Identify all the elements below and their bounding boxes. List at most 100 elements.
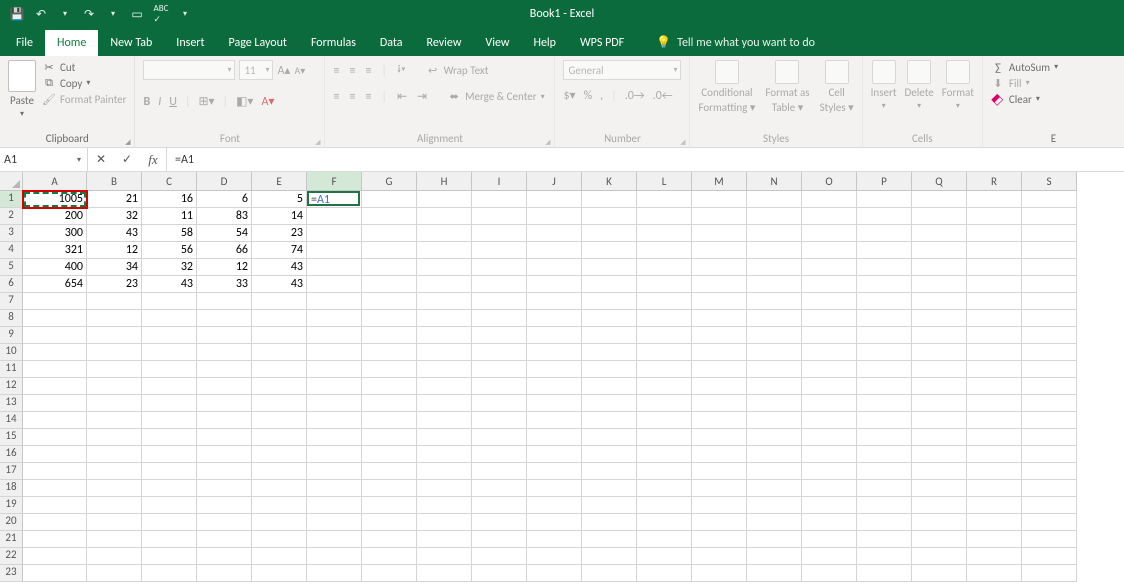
cell-G3[interactable] bbox=[362, 225, 417, 242]
cell-M20[interactable] bbox=[692, 514, 747, 531]
cell-H7[interactable] bbox=[417, 293, 472, 310]
column-header-I[interactable]: I bbox=[472, 172, 527, 191]
cell-I13[interactable] bbox=[472, 395, 527, 412]
cell-I18[interactable] bbox=[472, 480, 527, 497]
cell-F12[interactable] bbox=[307, 378, 362, 395]
cell-C8[interactable] bbox=[142, 310, 197, 327]
cell-L7[interactable] bbox=[637, 293, 692, 310]
cell-L1[interactable] bbox=[637, 191, 692, 208]
autosum-button[interactable]: ∑ AutoSum ▾ bbox=[991, 60, 1058, 74]
cell-A2[interactable]: 200 bbox=[23, 208, 87, 225]
orientation-icon[interactable]: ⭭▾ bbox=[397, 60, 406, 81]
cell-I3[interactable] bbox=[472, 225, 527, 242]
cell-C10[interactable] bbox=[142, 344, 197, 361]
cell-P1[interactable] bbox=[857, 191, 912, 208]
cell-I4[interactable] bbox=[472, 242, 527, 259]
increase-font-icon[interactable]: A▴ bbox=[277, 63, 290, 78]
cell-H5[interactable] bbox=[417, 259, 472, 276]
cell-F3[interactable] bbox=[307, 225, 362, 242]
column-header-O[interactable]: O bbox=[802, 172, 857, 191]
cell-N19[interactable] bbox=[747, 497, 802, 514]
spreadsheet-grid[interactable]: ABCDEFGHIJKLMNOPQRS 12345678910111213141… bbox=[0, 172, 1124, 586]
cell-L6[interactable] bbox=[637, 276, 692, 293]
cell-edit-box[interactable]: =A1 bbox=[307, 191, 360, 206]
cell-G19[interactable] bbox=[362, 497, 417, 514]
cell-R16[interactable] bbox=[967, 446, 1022, 463]
cell-O1[interactable] bbox=[802, 191, 857, 208]
cell-E23[interactable] bbox=[252, 565, 307, 582]
cell-J12[interactable] bbox=[527, 378, 582, 395]
cell-R20[interactable] bbox=[967, 514, 1022, 531]
row-header-11[interactable]: 11 bbox=[0, 361, 23, 378]
cell-D17[interactable] bbox=[197, 463, 252, 480]
format-as-table-button[interactable]: Format as Table ▾ bbox=[765, 60, 809, 114]
cell-K18[interactable] bbox=[582, 480, 637, 497]
cell-L4[interactable] bbox=[637, 242, 692, 259]
row-header-13[interactable]: 13 bbox=[0, 395, 23, 412]
cell-styles-button[interactable]: Cell Styles ▾ bbox=[820, 60, 854, 114]
cell-F13[interactable] bbox=[307, 395, 362, 412]
column-header-Q[interactable]: Q bbox=[912, 172, 967, 191]
row-header-5[interactable]: 5 bbox=[0, 259, 23, 276]
cell-L12[interactable] bbox=[637, 378, 692, 395]
cell-I16[interactable] bbox=[472, 446, 527, 463]
cell-O22[interactable] bbox=[802, 548, 857, 565]
cell-P15[interactable] bbox=[857, 429, 912, 446]
cell-N16[interactable] bbox=[747, 446, 802, 463]
cell-J13[interactable] bbox=[527, 395, 582, 412]
increase-decimal-icon[interactable]: .0→ bbox=[625, 89, 645, 103]
cell-A14[interactable] bbox=[23, 412, 87, 429]
cell-F2[interactable] bbox=[307, 208, 362, 225]
cell-J4[interactable] bbox=[527, 242, 582, 259]
cell-E9[interactable] bbox=[252, 327, 307, 344]
cell-F8[interactable] bbox=[307, 310, 362, 327]
cell-K3[interactable] bbox=[582, 225, 637, 242]
cell-L5[interactable] bbox=[637, 259, 692, 276]
cell-C11[interactable] bbox=[142, 361, 197, 378]
cell-I6[interactable] bbox=[472, 276, 527, 293]
cell-L18[interactable] bbox=[637, 480, 692, 497]
format-cells-button[interactable]: Format ▾ bbox=[942, 60, 974, 111]
cell-R14[interactable] bbox=[967, 412, 1022, 429]
cell-G11[interactable] bbox=[362, 361, 417, 378]
cell-P10[interactable] bbox=[857, 344, 912, 361]
cell-B17[interactable] bbox=[87, 463, 142, 480]
cell-N8[interactable] bbox=[747, 310, 802, 327]
column-header-B[interactable]: B bbox=[87, 172, 142, 191]
cell-H1[interactable] bbox=[417, 191, 472, 208]
row-header-4[interactable]: 4 bbox=[0, 242, 23, 259]
cell-Q9[interactable] bbox=[912, 327, 967, 344]
cell-B18[interactable] bbox=[87, 480, 142, 497]
cell-J8[interactable] bbox=[527, 310, 582, 327]
cell-P22[interactable] bbox=[857, 548, 912, 565]
cell-S11[interactable] bbox=[1022, 361, 1077, 378]
cell-C7[interactable] bbox=[142, 293, 197, 310]
cell-F7[interactable] bbox=[307, 293, 362, 310]
cell-H9[interactable] bbox=[417, 327, 472, 344]
cell-F10[interactable] bbox=[307, 344, 362, 361]
cell-I21[interactable] bbox=[472, 531, 527, 548]
cell-B8[interactable] bbox=[87, 310, 142, 327]
cell-C12[interactable] bbox=[142, 378, 197, 395]
cell-Q20[interactable] bbox=[912, 514, 967, 531]
redo-arrow-icon[interactable]: ▾ bbox=[102, 3, 124, 25]
column-header-M[interactable]: M bbox=[692, 172, 747, 191]
cell-D16[interactable] bbox=[197, 446, 252, 463]
cell-Q6[interactable] bbox=[912, 276, 967, 293]
percent-format-icon[interactable]: % bbox=[584, 89, 593, 103]
cell-B7[interactable] bbox=[87, 293, 142, 310]
paste-button[interactable]: Paste ▾ bbox=[8, 60, 36, 119]
cell-E12[interactable] bbox=[252, 378, 307, 395]
column-header-H[interactable]: H bbox=[417, 172, 472, 191]
cell-C1[interactable]: 16 bbox=[142, 191, 197, 208]
cell-B16[interactable] bbox=[87, 446, 142, 463]
cell-N13[interactable] bbox=[747, 395, 802, 412]
align-top-icon[interactable]: ≡ bbox=[333, 64, 339, 78]
cell-J18[interactable] bbox=[527, 480, 582, 497]
cell-Q7[interactable] bbox=[912, 293, 967, 310]
cell-P5[interactable] bbox=[857, 259, 912, 276]
tab-help[interactable]: Help bbox=[521, 30, 568, 56]
cell-C22[interactable] bbox=[142, 548, 197, 565]
cell-K2[interactable] bbox=[582, 208, 637, 225]
cell-C21[interactable] bbox=[142, 531, 197, 548]
